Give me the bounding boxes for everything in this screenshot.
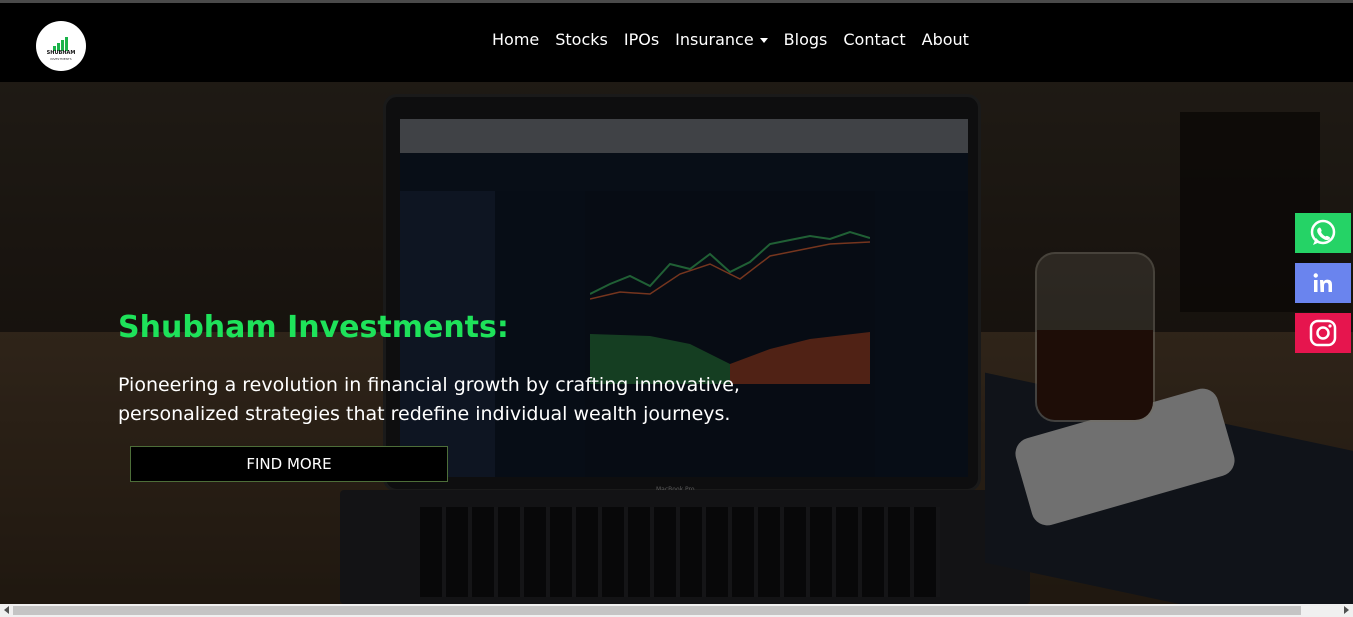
nav-stocks[interactable]: Stocks bbox=[547, 29, 616, 51]
main-nav: Home Stocks IPOs Insurance Blogs Contact… bbox=[484, 29, 977, 51]
nav-contact[interactable]: Contact bbox=[835, 29, 913, 51]
nav-ipos[interactable]: IPOs bbox=[616, 29, 667, 51]
nav-ipos-label: IPOs bbox=[623, 30, 660, 49]
nav-about[interactable]: About bbox=[914, 29, 977, 51]
hero-title: Shubham Investments: bbox=[118, 310, 509, 345]
nav-home-label: Home bbox=[492, 30, 540, 49]
scroll-left-icon[interactable] bbox=[4, 606, 9, 614]
scrollbar-thumb[interactable] bbox=[13, 606, 1301, 615]
nav-stocks-label: Stocks bbox=[555, 30, 608, 49]
whatsapp-icon bbox=[1310, 219, 1336, 245]
nav-insurance-label: Insurance bbox=[675, 30, 754, 49]
brand-logo[interactable]: SHUBHAM INVESTMENTS bbox=[36, 21, 86, 71]
nav-blogs-label: Blogs bbox=[783, 30, 828, 49]
nav-insurance-dropdown[interactable]: Insurance bbox=[667, 29, 776, 51]
logo-subtext: INVESTMENTS bbox=[50, 57, 72, 61]
whatsapp-link[interactable] bbox=[1295, 213, 1351, 253]
nav-contact-label: Contact bbox=[843, 30, 906, 49]
instagram-link[interactable] bbox=[1295, 313, 1351, 353]
nav-about-label: About bbox=[921, 30, 969, 49]
hero-subtitle: Pioneering a revolution in financial gro… bbox=[118, 374, 740, 425]
horizontal-scrollbar[interactable] bbox=[0, 604, 1353, 617]
caret-down-icon bbox=[759, 38, 768, 43]
linkedin-link[interactable] bbox=[1295, 263, 1351, 303]
nav-blogs[interactable]: Blogs bbox=[776, 29, 836, 51]
find-more-button[interactable]: FIND MORE bbox=[130, 446, 448, 482]
logo-text: SHUBHAM bbox=[46, 50, 76, 56]
linkedin-icon bbox=[1313, 273, 1332, 292]
navbar: SHUBHAM INVESTMENTS Home Stocks IPOs Ins… bbox=[0, 3, 1353, 82]
scroll-right-icon[interactable] bbox=[1344, 606, 1349, 614]
hero-section: MacBook Pro Shubham Investments: Pioneer… bbox=[0, 82, 1353, 604]
instagram-icon bbox=[1309, 319, 1337, 347]
logo-bar bbox=[65, 37, 68, 51]
nav-home[interactable]: Home bbox=[484, 29, 547, 51]
